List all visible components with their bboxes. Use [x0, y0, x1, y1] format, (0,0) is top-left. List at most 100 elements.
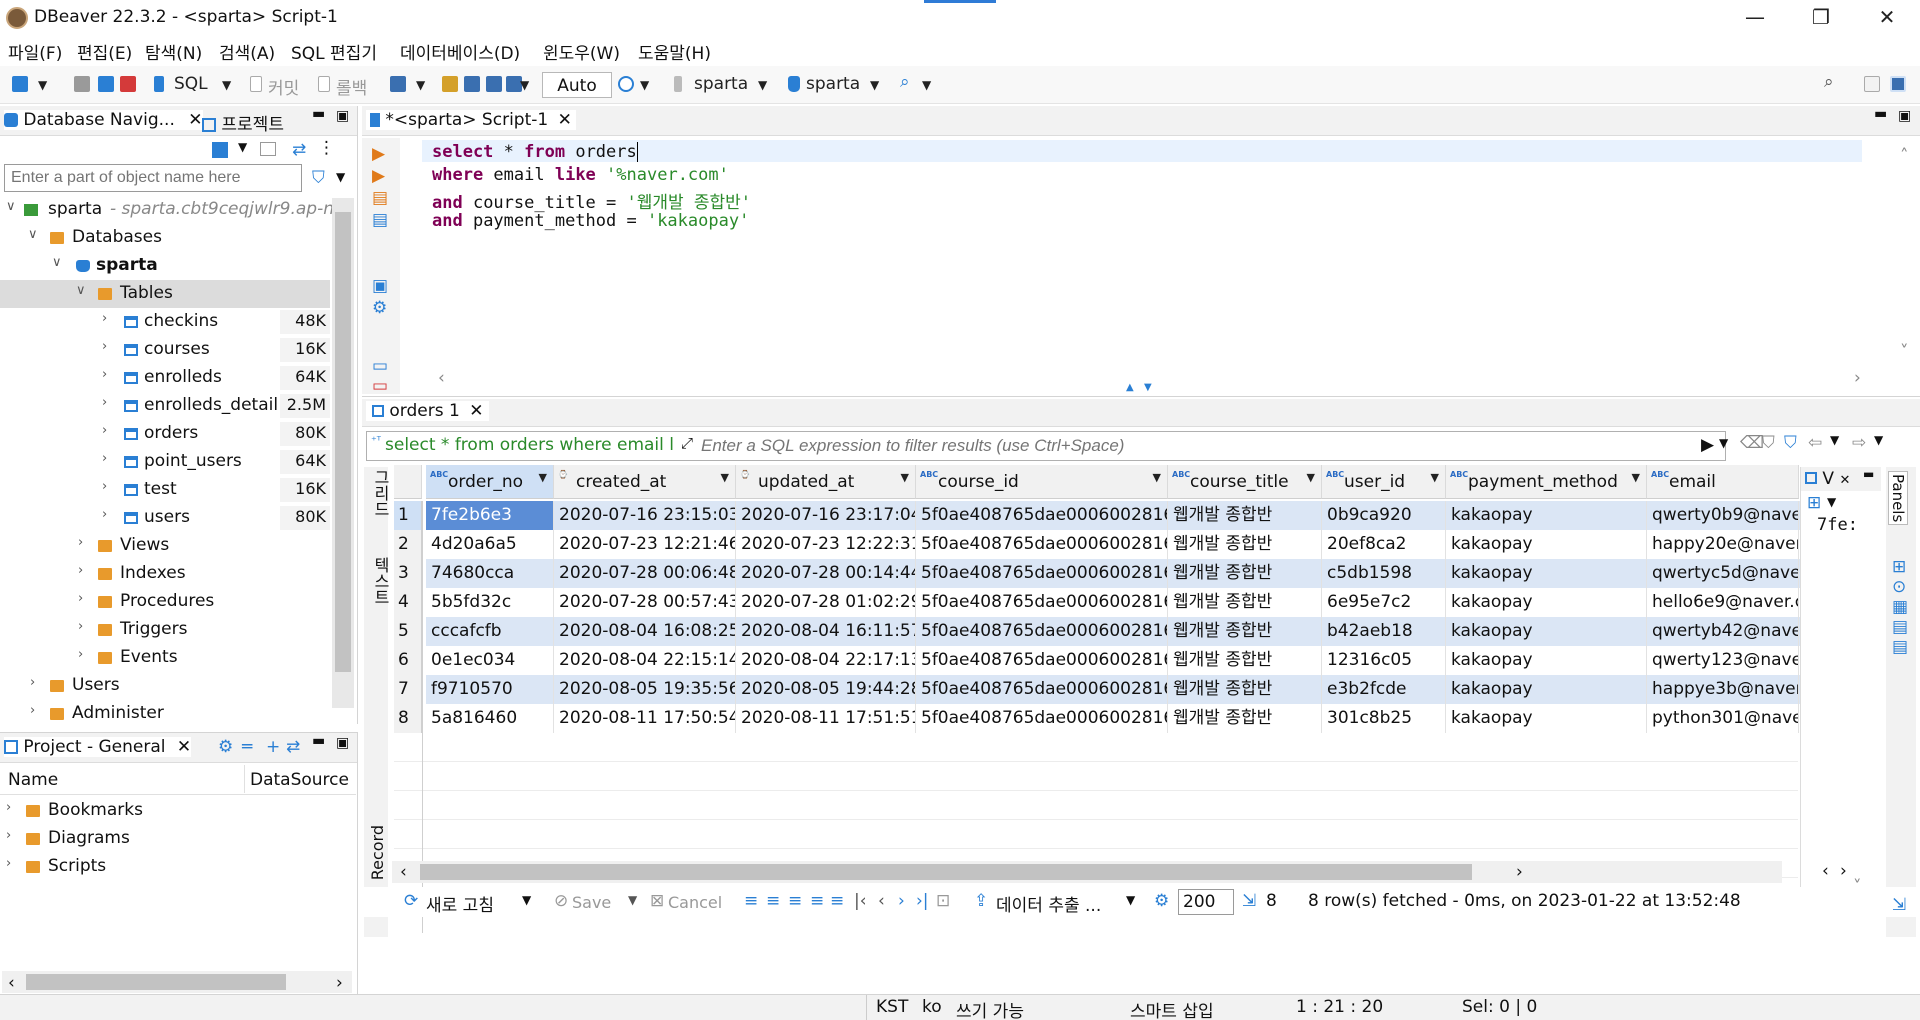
expand-icon[interactable]: ⤢ [681, 434, 693, 452]
tree-connection-sparta[interactable]: ∨ sparta - sparta.cbt9ceqjwlr9.ap-no [0, 196, 344, 224]
execute-statement-new-tab-icon[interactable]: ▶ [372, 166, 385, 186]
column-header-course-title[interactable]: ABC course_title ▼ [1168, 465, 1322, 499]
search-icon[interactable]: ⌕ [900, 72, 910, 92]
cell-updated-at[interactable]: 2020-08-11 17:51:51 [736, 704, 916, 733]
cell-updated-at[interactable]: 2020-07-23 12:22:31 [736, 530, 916, 559]
metadata-icon[interactable]: ⊙ [1892, 577, 1906, 597]
chevron-right-icon[interactable]: › [78, 591, 83, 606]
minimize-editor-button[interactable]: ▬ [1874, 106, 1887, 122]
sql-code-line[interactable]: and course_title = '웹개발 종합반' [432, 188, 751, 213]
tree-table[interactable]: › enrolleds 64K [0, 364, 330, 392]
grid-mode-tab[interactable]: 그리드 [368, 469, 392, 517]
project-item-scripts[interactable]: › Scripts [0, 853, 330, 881]
explain-plan-icon[interactable]: ▣ [372, 276, 388, 296]
menu-window[interactable]: 윈도우(W) [543, 39, 620, 64]
execute-script-new-tab-icon[interactable]: ▤ [372, 210, 388, 230]
row-number[interactable]: 4 [394, 588, 422, 617]
chevron-down-icon[interactable]: ▼ [520, 78, 529, 92]
link-editor-icon[interactable]: ⇄ [292, 140, 306, 160]
transaction-mode-icon[interactable] [390, 76, 406, 92]
sql-button[interactable]: SQL [174, 74, 208, 94]
column-header-updated-at[interactable]: ⌚ updated_at ▼ [736, 465, 916, 499]
first-page-icon[interactable]: |‹ [854, 891, 867, 911]
cell-updated-at[interactable]: 2020-08-04 16:11:57 [736, 617, 916, 646]
sort-dropdown-icon[interactable]: ▼ [1153, 471, 1161, 484]
chevron-up-icon[interactable]: ˄ [1900, 146, 1909, 166]
panels-toggle[interactable]: Panels [1888, 471, 1908, 526]
tree-indexes[interactable]: › Indexes [0, 560, 330, 588]
link-icon[interactable]: ⇄ [286, 737, 300, 757]
connect-icon[interactable] [74, 76, 90, 92]
chevron-right-icon[interactable]: › [1854, 368, 1861, 388]
cell-payment-method[interactable]: kakaopay [1446, 675, 1647, 704]
navigator-search-input[interactable] [4, 164, 302, 192]
panel-menu-icon[interactable]: ⇲ [1892, 895, 1906, 915]
row-number[interactable]: 1 [394, 501, 422, 530]
fetch-size-input[interactable]: 200 [1178, 889, 1234, 915]
chevron-right-icon[interactable]: › [1840, 861, 1847, 881]
column-header-email[interactable]: ABC email [1647, 465, 1799, 499]
cell-course-title[interactable]: 웹개발 종합반 [1168, 646, 1322, 675]
row-number[interactable]: 8 [394, 704, 422, 733]
fetch-all-icon[interactable]: ⊡ [936, 891, 950, 911]
add-row-icon[interactable]: ≡ [766, 891, 780, 911]
cell-user-id[interactable]: e3b2fcde [1322, 675, 1446, 704]
chevron-right-icon[interactable]: › [102, 479, 107, 494]
menu-search[interactable]: 검색(A) [219, 39, 275, 64]
sort-dropdown-icon[interactable]: ▼ [721, 471, 729, 484]
tree-table[interactable]: › orders 80K [0, 420, 330, 448]
calc-icon[interactable]: ▦ [1892, 597, 1908, 617]
close-icon[interactable]: ✕ [188, 110, 202, 130]
tree-table[interactable]: › enrolleds_detail 2.5M [0, 392, 330, 420]
chevron-down-icon[interactable]: ▼ [1719, 436, 1728, 450]
cell-user-id[interactable]: c5db1598 [1322, 559, 1446, 588]
value-format-icon[interactable]: ⊞ [1807, 493, 1821, 513]
cell-email[interactable]: happy20e@naver.c [1647, 530, 1799, 559]
chevron-right-icon[interactable]: › [30, 703, 35, 718]
chevron-right-icon[interactable]: › [102, 311, 107, 326]
chevron-down-icon[interactable]: ▼ [416, 78, 425, 92]
record-mode-tab[interactable]: Record [368, 825, 387, 880]
cell-payment-method[interactable]: kakaopay [1446, 617, 1647, 646]
save-script-icon[interactable]: ▭ [372, 376, 388, 396]
tree-databases[interactable]: ∨ Databases [0, 224, 330, 252]
menu-database[interactable]: 데이터베이스(D) [400, 39, 520, 64]
tree-table[interactable]: › point_users 64K [0, 448, 330, 476]
quick-search-icon[interactable]: ⌕ [1824, 72, 1834, 92]
cell-course-id[interactable]: 5f0ae408765dae0006002816 [916, 501, 1168, 530]
menu-sql-editor[interactable]: SQL 편집기 [291, 39, 377, 64]
cell-course-id[interactable]: 5f0ae408765dae0006002816 [916, 704, 1168, 733]
filter-input[interactable] [701, 433, 1701, 459]
tree-table[interactable]: › courses 16K [0, 336, 330, 364]
chevron-right-icon[interactable]: › [336, 973, 343, 993]
schema-select[interactable]: sparta [806, 74, 860, 94]
chevron-down-icon[interactable]: ▼ [1126, 893, 1135, 907]
filter-icon[interactable]: ⛉ [1784, 433, 1797, 453]
cell-order-no[interactable]: cccafcfb [426, 617, 554, 646]
cell-order-no[interactable]: f9710570 [426, 675, 554, 704]
cell-course-title[interactable]: 웹개발 종합반 [1168, 704, 1322, 733]
cell-order-no[interactable]: 5b5fd32c [426, 588, 554, 617]
tree-schema-sparta[interactable]: ∨ sparta [0, 252, 330, 280]
cell-course-id[interactable]: 5f0ae408765dae0006002816 [916, 646, 1168, 675]
column-header-user-id[interactable]: ABC user_id ▼ [1322, 465, 1446, 499]
tab-orders-1[interactable]: orders 1 ✕ [366, 401, 490, 421]
minimize-panel-button[interactable]: ▬ [1863, 467, 1874, 481]
cell-updated-at[interactable]: 2020-07-16 23:17:04 [736, 501, 916, 530]
chevron-right-icon[interactable]: › [30, 675, 35, 690]
transaction-log-icon[interactable] [486, 76, 502, 92]
chevron-down-icon[interactable]: ▼ [222, 78, 231, 92]
new-connection-icon[interactable] [212, 142, 228, 158]
collapse-up-icon[interactable]: ▲ [1126, 382, 1134, 393]
rollback-button[interactable]: 롤백 [336, 74, 367, 99]
close-button[interactable]: ✕ [1854, 0, 1920, 36]
chevron-down-icon[interactable]: ▼ [870, 78, 879, 92]
arrow-left-icon[interactable]: ⇦ [1808, 433, 1822, 453]
maximize-panel-button[interactable]: ▣ [336, 108, 349, 124]
datasource-select[interactable]: sparta [694, 74, 748, 94]
settings-icon[interactable]: ⚙ [1154, 891, 1169, 911]
cell-course-id[interactable]: 5f0ae408765dae0006002816 [916, 588, 1168, 617]
last-page-icon[interactable]: ›| [916, 891, 929, 911]
cell-course-id[interactable]: 5f0ae408765dae0006002816 [916, 530, 1168, 559]
cell-payment-method[interactable]: kakaopay [1446, 501, 1647, 530]
